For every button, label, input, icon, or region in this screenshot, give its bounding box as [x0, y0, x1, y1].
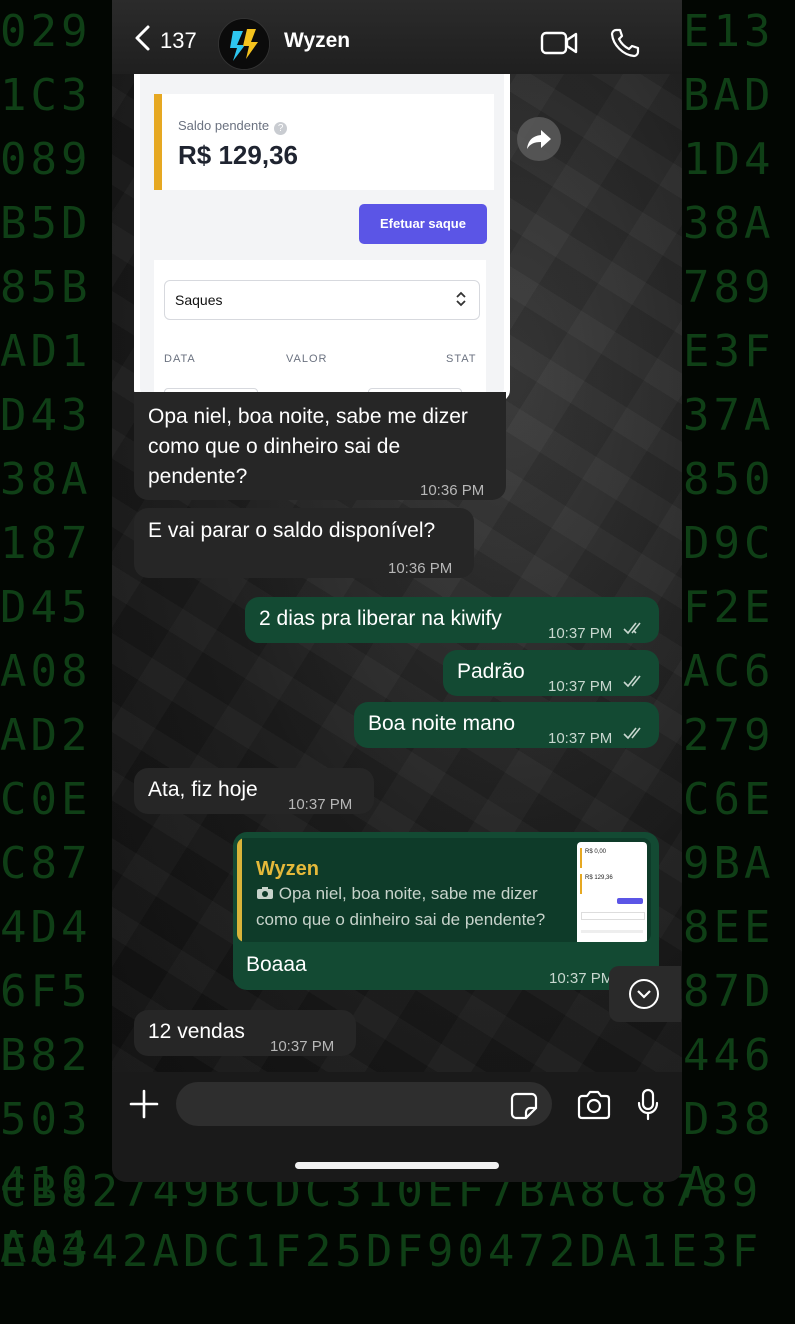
message-time: 10:36 PM — [420, 482, 485, 499]
forward-button[interactable] — [517, 117, 561, 161]
message-text: Padrão — [457, 660, 525, 683]
double-check-icon — [623, 675, 641, 688]
thumb-select — [581, 912, 645, 920]
column-header-status: STAT — [446, 353, 477, 365]
avatar-lightning-icon — [219, 19, 269, 69]
help-icon: ? — [274, 122, 288, 135]
message-text: Ata, fiz hoje — [148, 778, 258, 801]
withdraw-button: Efetuar saque — [359, 204, 487, 244]
pending-balance-label: Saldo pendente? — [178, 118, 288, 135]
thumb-line-1: R$ 0,00 — [580, 848, 647, 868]
message-bubble-incoming[interactable]: 12 vendas 10:37 PM — [134, 1010, 356, 1056]
phone-call-icon[interactable] — [609, 27, 641, 59]
column-header-valor: VALOR — [286, 353, 328, 365]
message-bubble-outgoing-reply[interactable]: Wyzen Opa niel, boa noite, sabe me dizer… — [233, 832, 659, 990]
video-call-icon[interactable] — [540, 30, 578, 56]
message-time: 10:37 PM — [548, 730, 613, 747]
chat-header: 137 Wyzen — [112, 0, 682, 74]
message-time: 10:37 PM — [549, 970, 614, 987]
message-bubble-incoming[interactable]: E vai parar o saldo disponível? 10:36 PM — [134, 508, 474, 578]
camera-icon[interactable] — [576, 1090, 612, 1120]
reply-quote-author: Wyzen — [256, 858, 319, 880]
withdrawals-card: Saques DATA VALOR STAT — [154, 260, 486, 396]
message-bubble-incoming[interactable]: Opa niel, boa noite, sabe me dizer como … — [134, 392, 506, 500]
message-text: Boa noite mano — [368, 712, 516, 735]
microphone-icon[interactable] — [636, 1088, 660, 1122]
reply-quote-message: Opa niel, boa noite, sabe me dizer como … — [256, 884, 546, 929]
unread-count[interactable]: 137 — [160, 28, 197, 54]
double-check-icon — [623, 622, 641, 635]
screenshot-image: Saldo pendente? R$ 129,36 Efetuar saque … — [140, 74, 504, 396]
message-bubble-incoming[interactable]: Ata, fiz hoje 10:37 PM — [134, 768, 374, 814]
withdrawals-select: Saques — [164, 280, 480, 320]
message-time: 10:37 PM — [288, 796, 353, 813]
message-text: 12 vendas — [148, 1020, 245, 1043]
message-input[interactable] — [176, 1082, 552, 1126]
message-time: 10:37 PM — [548, 678, 613, 695]
scroll-to-bottom-button[interactable] — [609, 966, 681, 1022]
withdrawals-select-value: Saques — [175, 292, 223, 308]
reply-quote-text: Opa niel, boa noite, sabe me dizer como … — [256, 881, 576, 933]
sticker-icon[interactable] — [510, 1092, 538, 1120]
contact-avatar[interactable] — [218, 18, 270, 70]
forward-icon — [527, 130, 551, 149]
message-bubble-outgoing[interactable]: Padrão 10:37 PM — [443, 650, 659, 696]
plus-icon[interactable] — [128, 1088, 160, 1120]
message-text: E vai parar o saldo disponível? — [148, 519, 436, 542]
matrix-background-right: E13BAD1D438A789E3F37A850D9CF2EAC6279C6E9… — [683, 6, 775, 1209]
camera-small-icon — [257, 887, 273, 899]
back-chevron-icon[interactable] — [130, 24, 156, 52]
message-bubble-outgoing[interactable]: 2 dias pra liberar na kiwify 10:37 PM — [245, 597, 659, 643]
image-message[interactable]: Saldo pendente? R$ 129,36 Efetuar saque … — [134, 74, 510, 402]
message-time: 10:37 PM — [548, 625, 613, 642]
reply-quote-bar — [237, 838, 242, 942]
home-indicator[interactable] — [295, 1162, 499, 1169]
thumb-row — [581, 930, 643, 933]
matrix-background-bottom-2: E0342ADC1F25DF90472DA1E3F — [0, 1228, 763, 1277]
message-time: 10:37 PM — [270, 1038, 335, 1055]
pending-balance-card: Saldo pendente? R$ 129,36 — [154, 94, 494, 190]
thumb-line-2: R$ 129,36 — [580, 874, 647, 894]
reply-quote-thumbnail: R$ 0,00 R$ 129,36 — [577, 842, 647, 942]
message-text: 2 dias pra liberar na kiwify — [259, 607, 502, 630]
message-text: Boaaa — [246, 953, 307, 976]
chevron-down-icon — [629, 979, 659, 1009]
message-time: 10:36 PM — [388, 560, 453, 577]
select-chevron-icon — [456, 291, 466, 307]
thumb-button — [617, 898, 643, 904]
chat-screen: Saldo pendente? R$ 129,36 Efetuar saque … — [112, 0, 682, 1182]
double-check-icon — [623, 727, 641, 740]
message-bubble-outgoing[interactable]: Boa noite mano 10:37 PM — [354, 702, 659, 748]
pending-balance-value: R$ 129,36 — [178, 140, 298, 170]
pending-balance-text: Saldo pendente — [178, 118, 270, 133]
contact-name[interactable]: Wyzen — [284, 29, 350, 53]
reply-quote[interactable]: Wyzen Opa niel, boa noite, sabe me dizer… — [237, 838, 651, 942]
matrix-background-left: 0291C3089B5D85BAD1D4338A187D45A08AD2C0EC… — [0, 6, 92, 1273]
column-header-data: DATA — [164, 353, 196, 365]
